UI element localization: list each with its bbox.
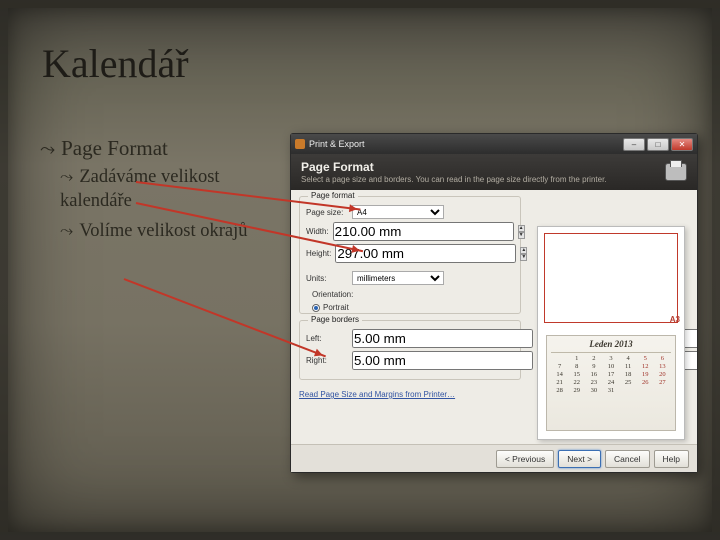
orientation-label: Orientation: xyxy=(312,290,362,299)
dialog-header-title: Page Format xyxy=(301,160,607,174)
print-export-dialog: Print & Export – □ ✕ Page Format Select … xyxy=(290,133,698,473)
preview-frame xyxy=(544,233,678,323)
maximize-button[interactable]: □ xyxy=(647,138,669,151)
calendar-grid: 1234567891011121314151617181920212223242… xyxy=(551,354,671,394)
height-label: Height: xyxy=(306,249,331,258)
height-spinner[interactable]: ▲▼ xyxy=(520,247,527,260)
width-input[interactable] xyxy=(333,222,514,241)
dialog-body: Page format Page size: A4 Width: ▲▼ xyxy=(291,190,697,444)
window-titlebar[interactable]: Print & Export – □ ✕ xyxy=(291,134,697,154)
group-legend: Page format xyxy=(308,191,358,200)
page-format-group: Page format Page size: A4 Width: ▲▼ xyxy=(299,196,521,314)
page-size-select[interactable]: A4 xyxy=(352,205,444,219)
window-title-text: Print & Export xyxy=(309,139,365,149)
preview-size-badge: A3 xyxy=(670,315,680,324)
calendar-month: Leden 2013 xyxy=(589,339,632,349)
page-preview: A3 Leden 2013 12345678910111213141516171… xyxy=(537,226,685,440)
page-size-label: Page size: xyxy=(306,208,348,217)
bullet-level2: Zadáváme velikost kalendáře xyxy=(60,165,260,213)
bullet-level1: Page Format xyxy=(40,136,260,161)
previous-button[interactable]: < Previous xyxy=(496,450,554,468)
right-input[interactable] xyxy=(352,351,533,370)
close-button[interactable]: ✕ xyxy=(671,138,693,151)
slide-title: Kalendář xyxy=(42,40,189,87)
slide: Kalendář Page Format Zadáváme velikost k… xyxy=(0,0,720,540)
dialog-footer: < Previous Next > Cancel Help xyxy=(291,444,697,472)
units-select[interactable]: millimeters xyxy=(352,271,444,285)
group-legend: Page borders xyxy=(308,315,362,324)
dialog-header: Page Format Select a page size and borde… xyxy=(291,154,697,190)
units-label: Units: xyxy=(306,274,348,283)
cancel-button[interactable]: Cancel xyxy=(605,450,649,468)
portrait-radio[interactable]: Portrait xyxy=(312,303,362,312)
width-spinner[interactable]: ▲▼ xyxy=(518,225,525,238)
right-label: Right: xyxy=(306,356,348,365)
width-label: Width: xyxy=(306,227,329,236)
page-borders-group: Page borders Left: ▲▼ Right: ▲▼ Top: xyxy=(299,320,521,380)
left-label: Left: xyxy=(306,334,348,343)
next-button[interactable]: Next > xyxy=(558,450,601,468)
read-from-printer-link[interactable]: Read Page Size and Margins from Printer… xyxy=(299,390,455,399)
minimize-button[interactable]: – xyxy=(623,138,645,151)
help-button[interactable]: Help xyxy=(654,450,689,468)
calendar-preview: Leden 2013 12345678910111213141516171819… xyxy=(546,335,676,431)
app-icon xyxy=(295,139,305,149)
printer-icon xyxy=(665,163,687,181)
dialog-header-subtitle: Select a page size and borders. You can … xyxy=(301,175,607,184)
left-input[interactable] xyxy=(352,329,533,348)
